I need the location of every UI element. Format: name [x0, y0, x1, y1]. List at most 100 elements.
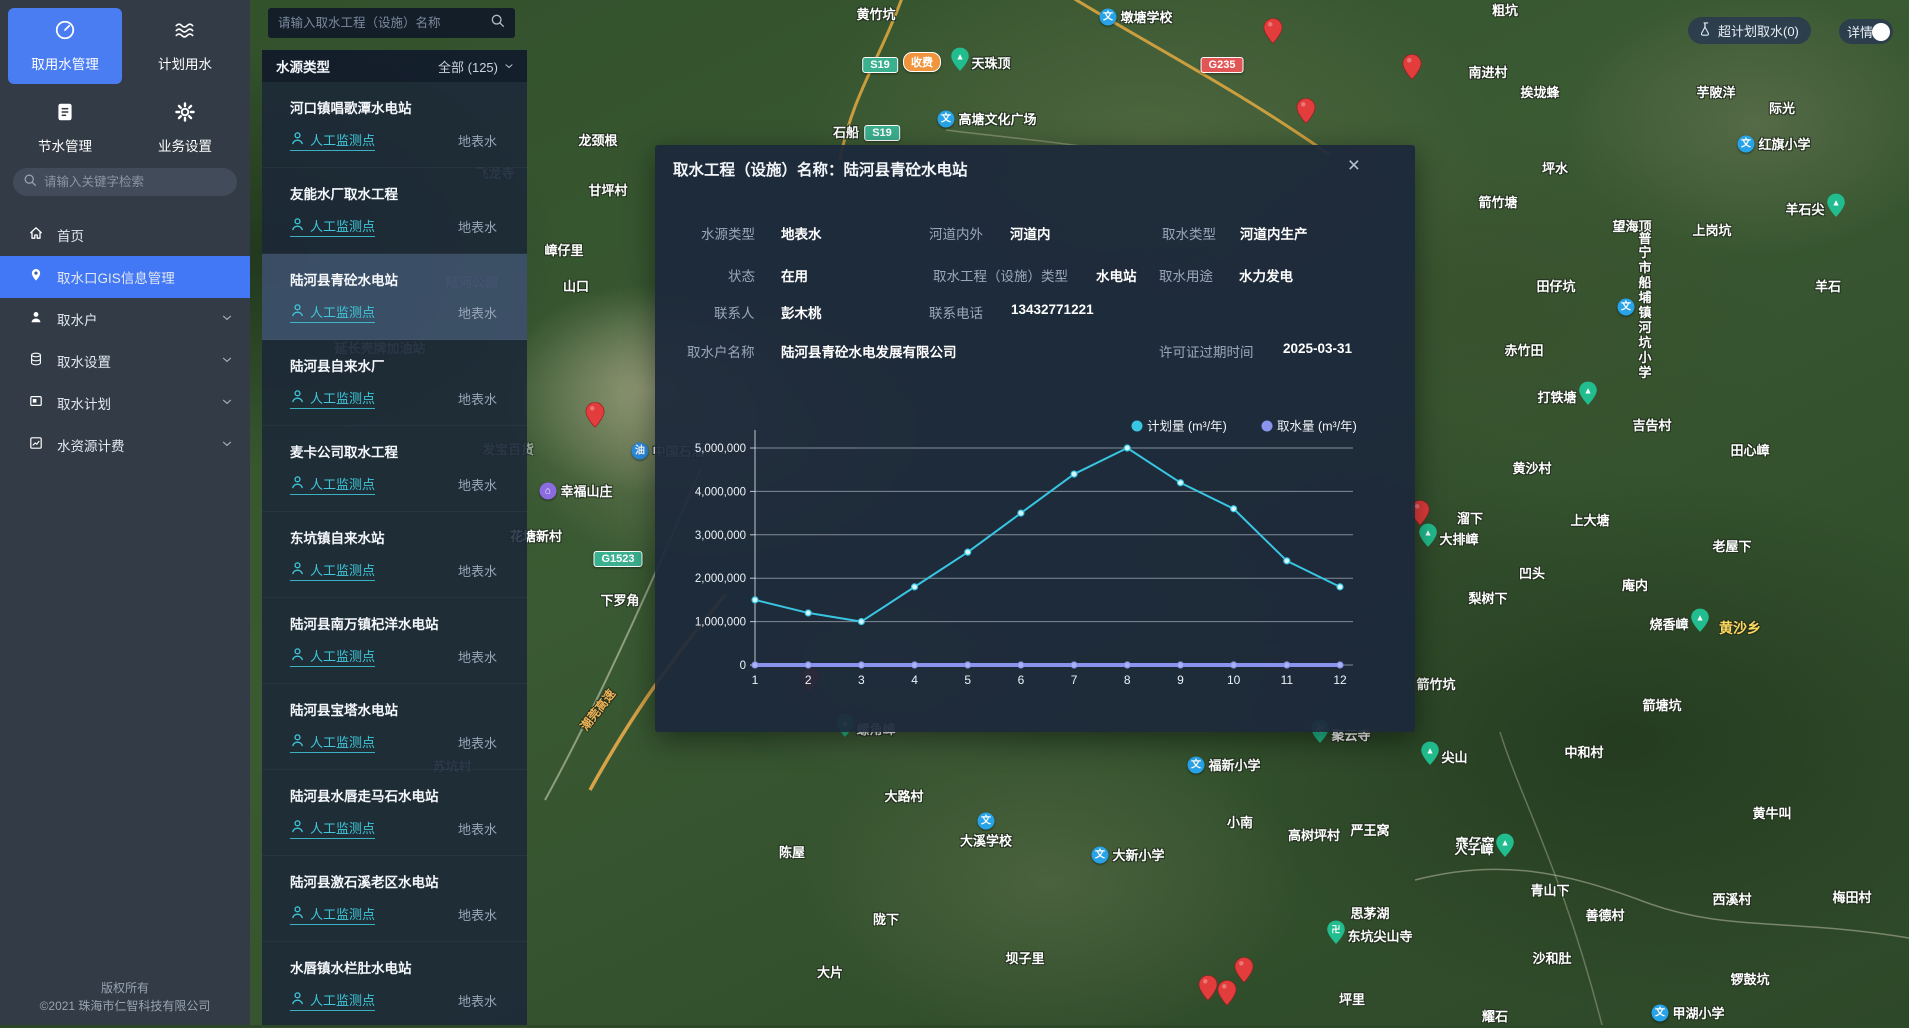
mountain-marker[interactable]: ▲打铁塘: [1579, 382, 1598, 411]
manual-monitor-link[interactable]: 人工监测点: [290, 388, 375, 409]
sidebar-search-box[interactable]: [13, 168, 237, 196]
intake-search-box[interactable]: [268, 8, 515, 38]
school-marker[interactable]: 文普宁市船埔镇 河坑小学: [1618, 297, 1635, 316]
intake-map-pin[interactable]: [1199, 975, 1218, 1005]
app-module-tiles: 取用水管理计划用水节水管理业务设置: [8, 8, 242, 166]
sidebar-item-4[interactable]: 取水设置: [0, 340, 250, 382]
map-place-label: 箭竹坑: [1416, 674, 1455, 694]
temple-marker[interactable]: 卍东坑尖山寺: [1327, 921, 1346, 950]
intake-map-pin[interactable]: [1297, 98, 1316, 128]
intake-map-pin[interactable]: [586, 402, 605, 432]
map-place-label: 嶂仔里: [544, 240, 583, 260]
intake-map-pin[interactable]: [1264, 18, 1283, 48]
intake-list-item-3[interactable]: 陆河县青砼水电站人工监测点地表水: [262, 254, 527, 340]
manual-monitor-link[interactable]: 人工监测点: [290, 732, 375, 753]
module-tile-1[interactable]: 取用水管理: [8, 8, 122, 84]
search-icon[interactable]: [490, 13, 505, 33]
search-icon: [23, 173, 37, 192]
legend-item[interactable]: 计划量 (m³/年): [1132, 420, 1227, 434]
intake-list-item-4[interactable]: 陆河县自来水厂人工监测点地表水: [262, 340, 527, 426]
water-source-tag: 地表水: [458, 131, 497, 150]
chevron-down-icon[interactable]: [220, 395, 234, 414]
chevron-down-icon[interactable]: [220, 353, 234, 372]
detail-toggle[interactable]: 详情: [1839, 19, 1893, 44]
school-marker[interactable]: 文墩塘学校: [1100, 7, 1117, 26]
school-marker[interactable]: 文甲湖小学: [1652, 1003, 1669, 1022]
intake-search-input[interactable]: [278, 16, 482, 30]
sidebar-item-3[interactable]: 取水户: [0, 298, 250, 340]
sidebar-item-5[interactable]: 取水计划: [0, 382, 250, 424]
map-label: 溜下: [1457, 511, 1483, 526]
water-source-tag: 地表水: [458, 389, 497, 408]
manual-monitor-link[interactable]: 人工监测点: [290, 560, 375, 581]
intake-list-item-11[interactable]: 水唇镇水栏肚水电站人工监测点地表水: [262, 942, 527, 1028]
intake-map-pin[interactable]: [1403, 54, 1422, 84]
chevron-down-icon[interactable]: [220, 437, 234, 456]
mountain-marker[interactable]: ▲尖山: [1421, 742, 1440, 771]
sidebar-item-1[interactable]: 首页: [0, 214, 250, 256]
intake-map-pin[interactable]: [1235, 957, 1254, 987]
map-label: 挨垅蜂: [1520, 85, 1559, 100]
map-place-label: 坪里: [1339, 989, 1365, 1009]
school-marker[interactable]: 文红旗小学: [1738, 134, 1755, 153]
fuel-marker[interactable]: 油中国石油: [632, 441, 649, 460]
sidebar-item-6[interactable]: 水资源计费: [0, 424, 250, 466]
mountain-marker[interactable]: ▲羊石尖: [1827, 194, 1846, 223]
data-point: [752, 597, 758, 603]
intake-list-item-5[interactable]: 麦卡公司取水工程人工监测点地表水: [262, 426, 527, 512]
sidebar-search-input[interactable]: [44, 175, 227, 189]
svg-text:1: 1: [752, 673, 759, 687]
school-marker[interactable]: 文大新小学: [1092, 845, 1109, 864]
svg-text:▲: ▲: [1696, 613, 1705, 623]
field-label: 联系电话: [929, 302, 983, 322]
module-tile-4[interactable]: 业务设置: [128, 90, 242, 166]
road-badge-icon: S19: [864, 125, 900, 141]
manual-monitor-link[interactable]: 人工监测点: [290, 818, 375, 839]
intake-list-item-9[interactable]: 陆河县水唇走马石水电站人工监测点地表水: [262, 770, 527, 856]
toggle-knob-icon[interactable]: [1872, 23, 1890, 41]
map-label: 中和村: [1564, 745, 1603, 760]
svg-text:3: 3: [858, 673, 865, 687]
manual-monitor-link[interactable]: 人工监测点: [290, 216, 375, 237]
mountain-marker[interactable]: ▲烧香嶂: [1691, 609, 1710, 638]
map-label: 天珠顶: [972, 53, 1011, 72]
hotel-marker[interactable]: ⌂幸福山庄: [540, 481, 557, 500]
filter-dropdown[interactable]: 全部 (125): [438, 57, 515, 76]
data-point: [1018, 662, 1024, 668]
intake-list-item-7[interactable]: 陆河县南万镇杞洋水电站人工监测点地表水: [262, 598, 527, 684]
intake-list-item-6[interactable]: 东坑镇自来水站人工监测点地表水: [262, 512, 527, 598]
map-place-label: 思茅湖: [1350, 903, 1389, 923]
close-icon[interactable]: ×: [1348, 155, 1360, 176]
intake-name: 陆河县激石溪老区水电站: [290, 871, 497, 891]
school-marker[interactable]: 文福新小学: [1188, 755, 1205, 774]
intake-map-pin[interactable]: [1218, 980, 1237, 1010]
manual-monitor-link[interactable]: 人工监测点: [290, 646, 375, 667]
manual-monitor-link[interactable]: 人工监测点: [290, 130, 375, 151]
intake-list-item-2[interactable]: 友能水厂取水工程人工监测点地表水: [262, 168, 527, 254]
intake-list-item-8[interactable]: 陆河县宝塔水电站人工监测点地表水: [262, 684, 527, 770]
intake-list-item-1[interactable]: 河口镇唱歌潭水电站人工监测点地表水: [262, 82, 527, 168]
monitor-label: 人工监测点: [310, 388, 375, 407]
legend-item[interactable]: 取水量 (m³/年): [1262, 420, 1357, 434]
map-label: 大溪学校: [960, 831, 1012, 850]
school-marker[interactable]: 文大溪学校: [978, 811, 995, 830]
sidebar-item-2[interactable]: 取水口GIS信息管理: [0, 256, 250, 298]
data-point: [805, 662, 811, 668]
mountain-marker[interactable]: ▲天珠顶: [951, 48, 970, 77]
module-tile-2[interactable]: 计划用水: [128, 8, 242, 84]
svg-text:4: 4: [911, 673, 918, 687]
chevron-down-icon[interactable]: [220, 311, 234, 330]
manual-monitor-link[interactable]: 人工监测点: [290, 990, 375, 1011]
map-label: 黄沙村: [1512, 461, 1551, 476]
module-tile-3[interactable]: 节水管理: [8, 90, 122, 166]
manual-monitor-link[interactable]: 人工监测点: [290, 474, 375, 495]
manual-monitor-link[interactable]: 人工监测点: [290, 904, 375, 925]
filter-value: 全部 (125): [438, 57, 498, 76]
school-marker[interactable]: 文高塘文化广场: [938, 109, 955, 128]
intake-list-item-10[interactable]: 陆河县激石溪老区水电站人工监测点地表水: [262, 856, 527, 942]
mountain-marker[interactable]: ▲人子嶂: [1496, 834, 1515, 863]
monitor-label: 人工监测点: [310, 130, 375, 149]
manual-monitor-link[interactable]: 人工监测点: [290, 302, 375, 323]
map-place-label: 羊石: [1815, 276, 1841, 296]
over-plan-intake-button[interactable]: 超计划取水(0): [1688, 17, 1811, 44]
